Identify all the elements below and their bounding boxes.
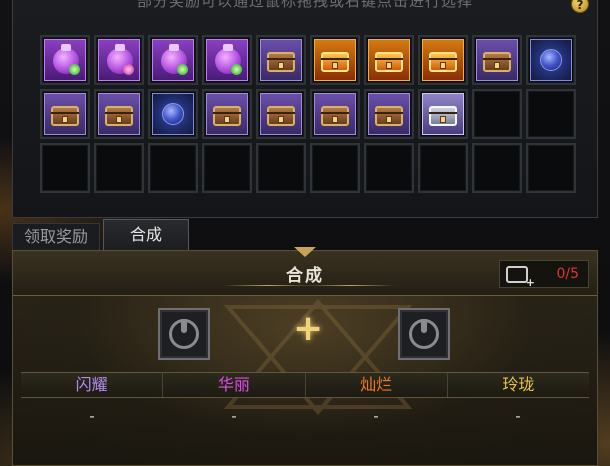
blue-orb-icon[interactable]: [530, 39, 572, 81]
inventory-slot[interactable]: [526, 89, 576, 139]
blue-orb-icon[interactable]: [152, 93, 194, 135]
inventory-slot[interactable]: [472, 35, 522, 85]
quality-header-row: 闪耀 华丽 灿烂 玲珑: [21, 372, 589, 398]
inventory-slot[interactable]: [418, 35, 468, 85]
inventory-slot[interactable]: [526, 35, 576, 85]
inventory-grid: [40, 35, 576, 193]
inventory-slot[interactable]: [472, 143, 522, 193]
inventory-slot[interactable]: [256, 89, 306, 139]
golden-chest-icon[interactable]: [314, 39, 356, 81]
inventory-slot[interactable]: [202, 143, 252, 193]
inventory-slot[interactable]: [256, 35, 306, 85]
quality-value-exquisite: -: [515, 407, 521, 425]
inventory-slot[interactable]: [418, 143, 468, 193]
golden-chest-icon[interactable]: [368, 39, 410, 81]
inventory-slot[interactable]: [310, 35, 360, 85]
inventory-slot[interactable]: [418, 89, 468, 139]
inventory-slot[interactable]: [94, 35, 144, 85]
quality-name-gorgeous: 华丽: [162, 373, 304, 397]
synthesis-panel: 合成 0/5 + 闪耀 华丽 灿烂 玲珑 - - - -: [12, 247, 598, 466]
wooden-chest-icon[interactable]: [260, 39, 302, 81]
purple-bag-icon[interactable]: [206, 39, 248, 81]
plus-icon: +: [293, 308, 324, 349]
wooden-chest-icon[interactable]: [314, 93, 356, 135]
hint-text: 部分奖励可以通过鼠标拖拽或右键点击进行选择: [136, 0, 473, 10]
inventory-slot[interactable]: [148, 89, 198, 139]
inventory-slot[interactable]: [202, 35, 252, 85]
quality-name-exquisite: 玲珑: [446, 373, 589, 397]
tab-claim-rewards[interactable]: 领取奖励: [12, 223, 100, 250]
inventory-slot[interactable]: [40, 35, 90, 85]
inventory-slot[interactable]: [364, 89, 414, 139]
wooden-chest-icon[interactable]: [368, 93, 410, 135]
silver-chest-icon[interactable]: [422, 93, 464, 135]
golden-chest-icon[interactable]: [422, 39, 464, 81]
inventory-slot[interactable]: [40, 89, 90, 139]
quality-value-shining: -: [89, 407, 95, 425]
wooden-chest-icon[interactable]: [206, 93, 248, 135]
quality-value-row: - - - -: [21, 398, 589, 434]
inventory-slot[interactable]: [202, 89, 252, 139]
title-underline-left: [223, 285, 313, 286]
wooden-chest-icon[interactable]: [260, 93, 302, 135]
counter-value: 0/5: [556, 266, 579, 282]
synthesis-header: 合成 0/5: [13, 247, 597, 296]
wooden-chest-icon[interactable]: [44, 93, 86, 135]
material-slot-right[interactable]: [398, 308, 450, 360]
header-notch-ornament: [294, 247, 316, 257]
quality-value-gorgeous: -: [231, 407, 237, 425]
inventory-slot[interactable]: [364, 35, 414, 85]
reward-inventory-panel: 部分奖励可以通过鼠标拖拽或右键点击进行选择 ?: [12, 0, 598, 218]
inventory-slot[interactable]: [94, 143, 144, 193]
inventory-slot[interactable]: [526, 143, 576, 193]
inventory-slot[interactable]: [364, 143, 414, 193]
material-slot-left[interactable]: [158, 308, 210, 360]
wooden-chest-icon[interactable]: [476, 39, 518, 81]
inventory-slot[interactable]: [40, 143, 90, 193]
title-underline-right: [305, 285, 395, 286]
add-material-icon[interactable]: [506, 266, 535, 289]
quality-name-shining: 闪耀: [75, 375, 108, 394]
inventory-slot[interactable]: [94, 89, 144, 139]
purple-bag-icon[interactable]: [152, 39, 194, 81]
purple-bag-icon[interactable]: [44, 39, 86, 81]
wooden-chest-icon[interactable]: [98, 93, 140, 135]
inventory-slot[interactable]: [310, 143, 360, 193]
tab-synthesis[interactable]: 合成: [103, 219, 189, 250]
inventory-slot[interactable]: [310, 89, 360, 139]
inventory-slot[interactable]: [148, 143, 198, 193]
purple-bag-icon[interactable]: [98, 39, 140, 81]
inventory-slot[interactable]: [148, 35, 198, 85]
inventory-slot[interactable]: [256, 143, 306, 193]
synthesis-counter: 0/5: [499, 260, 589, 289]
inventory-slot[interactable]: [472, 89, 522, 139]
quality-table: 闪耀 华丽 灿烂 玲珑 - - - -: [21, 372, 589, 434]
quality-value-brilliant: -: [373, 407, 379, 425]
quality-name-brilliant: 灿烂: [304, 373, 447, 397]
